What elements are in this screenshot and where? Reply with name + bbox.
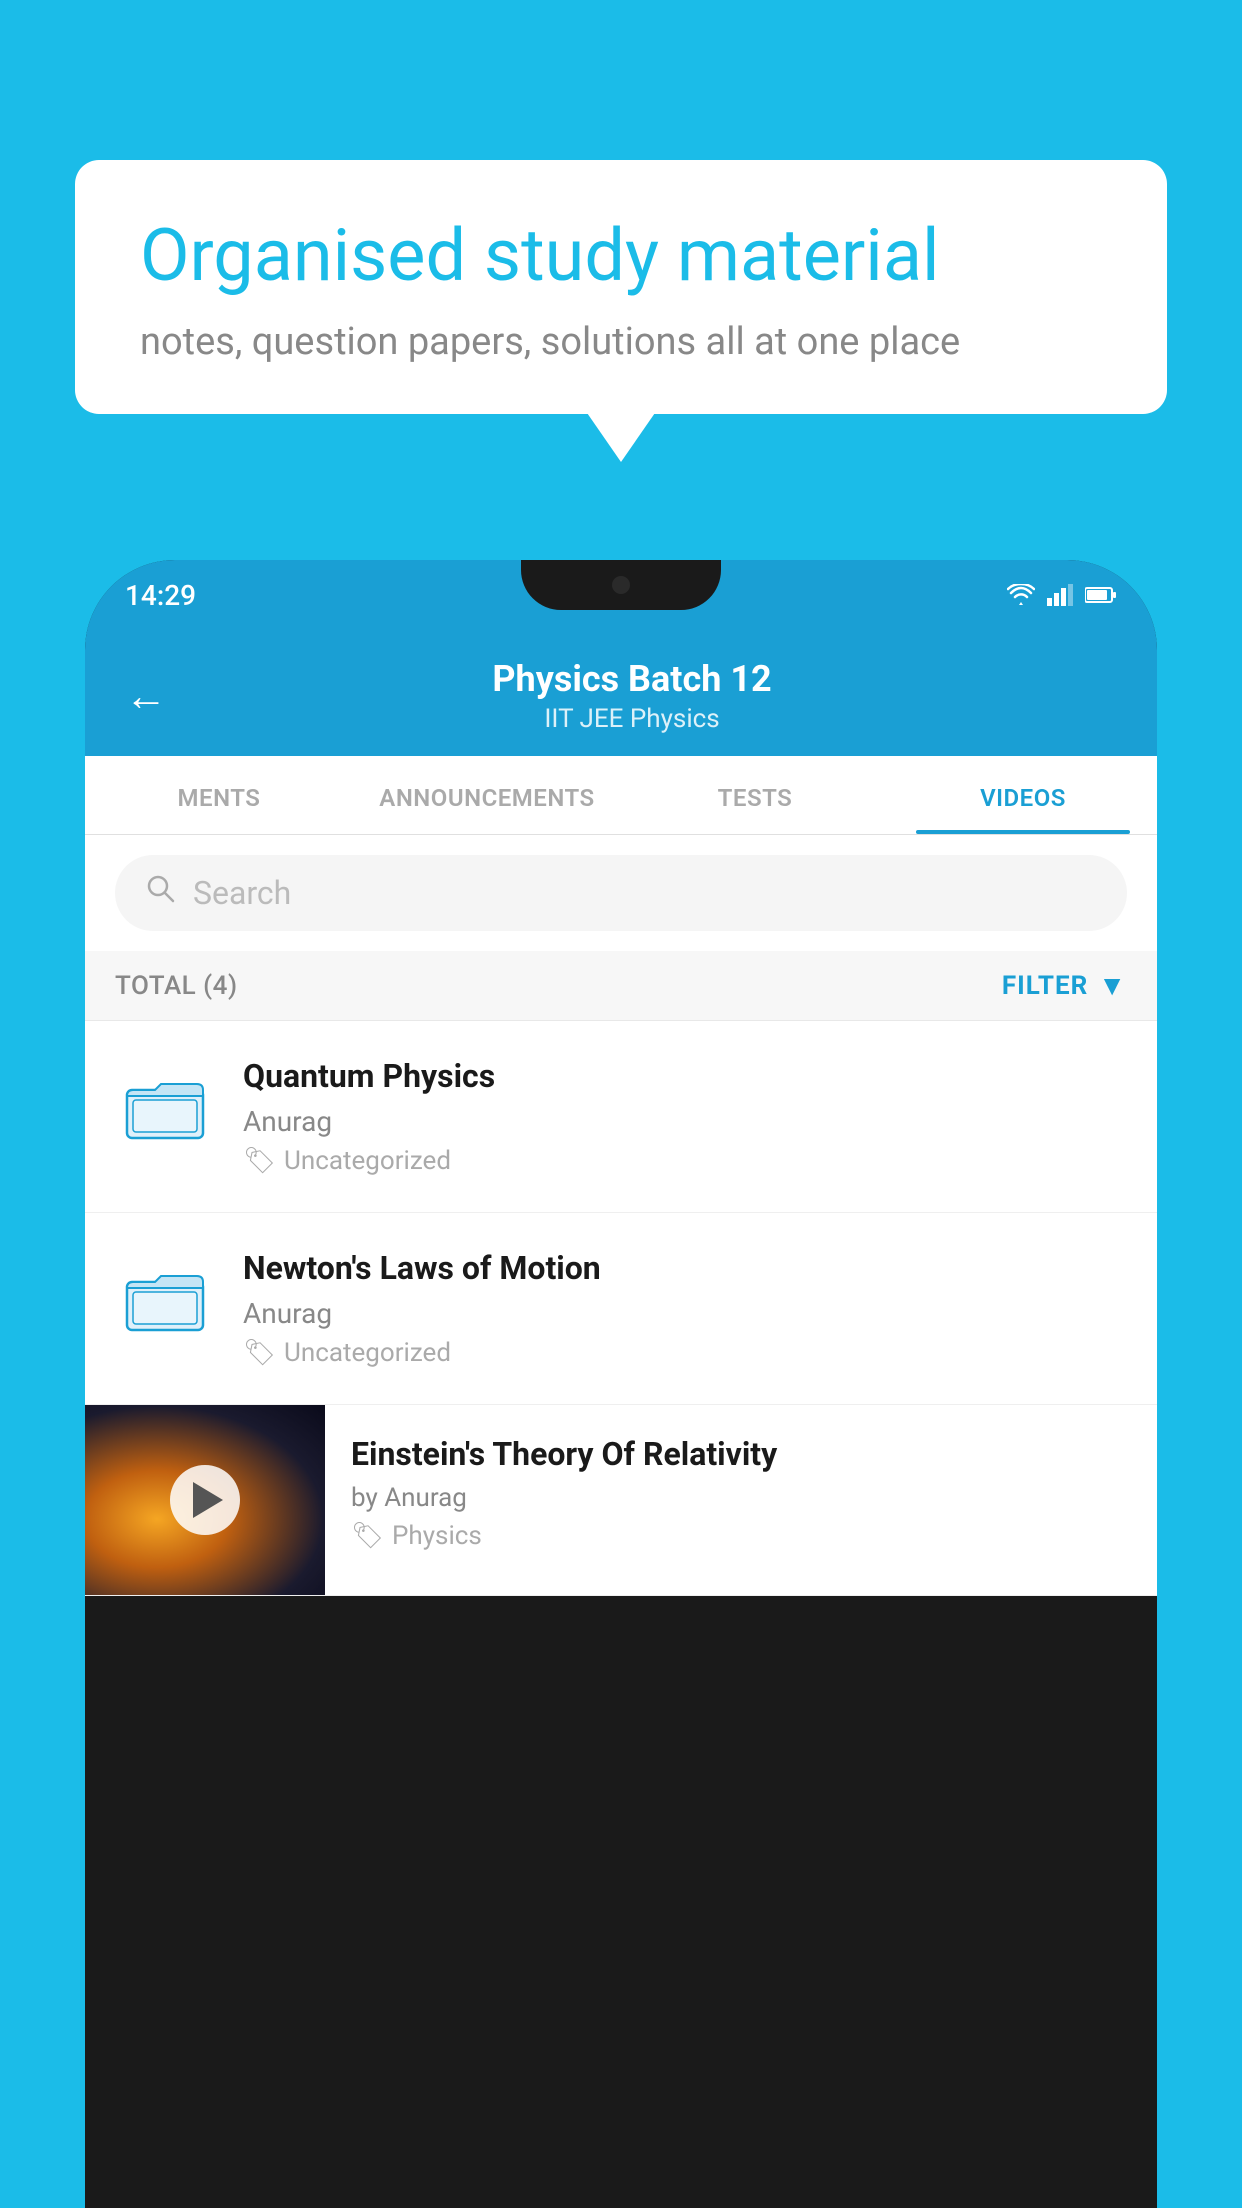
speech-bubble: Organised study material notes, question… xyxy=(75,160,1167,414)
search-bar-wrap: Search xyxy=(85,835,1157,951)
back-button[interactable]: ← xyxy=(125,672,167,721)
tab-bar: MENTS ANNOUNCEMENTS TESTS VIDEOS xyxy=(85,756,1157,835)
bubble-title: Organised study material xyxy=(140,215,1102,298)
list-item[interactable]: Einstein's Theory Of Relativity by Anura… xyxy=(85,1405,1157,1596)
status-bar: 14:29 xyxy=(85,560,1157,630)
filter-button[interactable]: FILTER ▼ xyxy=(1002,969,1127,1002)
tag-label: Uncategorized xyxy=(284,1146,451,1176)
video-title: Quantum Physics xyxy=(243,1057,1127,1095)
video-tag: 🏷 Physics xyxy=(351,1521,1131,1551)
list-item[interactable]: Newton's Laws of Motion Anurag 🏷 Uncateg… xyxy=(85,1213,1157,1405)
video-title: Einstein's Theory Of Relativity xyxy=(351,1435,1131,1473)
folder-icon xyxy=(125,1072,205,1142)
folder-icon-wrap xyxy=(115,1254,215,1344)
video-list: Quantum Physics Anurag 🏷 Uncategorized xyxy=(85,1021,1157,1596)
total-count: TOTAL (4) xyxy=(115,971,238,1001)
tab-tests[interactable]: TESTS xyxy=(621,756,889,834)
wifi-icon xyxy=(1007,584,1035,606)
video-info: Newton's Laws of Motion Anurag 🏷 Uncateg… xyxy=(243,1249,1127,1368)
video-tag: 🏷 Uncategorized xyxy=(243,1146,1127,1176)
phone-frame: 14:29 xyxy=(85,560,1157,2208)
tag-icon: 🏷 xyxy=(243,1338,276,1368)
tag-label: Uncategorized xyxy=(284,1338,451,1368)
list-item[interactable]: Quantum Physics Anurag 🏷 Uncategorized xyxy=(85,1021,1157,1213)
filter-bar: TOTAL (4) FILTER ▼ xyxy=(85,951,1157,1021)
search-bar[interactable]: Search xyxy=(115,855,1127,931)
tab-announcements[interactable]: ANNOUNCEMENTS xyxy=(353,756,621,834)
folder-icon-wrap xyxy=(115,1062,215,1152)
video-author: Anurag xyxy=(243,1105,1127,1138)
header-title-area: Physics Batch 12 IIT JEE Physics xyxy=(197,658,1067,734)
battery-icon xyxy=(1085,586,1117,604)
tag-icon: 🏷 xyxy=(351,1521,384,1551)
status-icons xyxy=(1007,584,1117,606)
play-triangle-icon xyxy=(193,1482,223,1518)
tab-ments[interactable]: MENTS xyxy=(85,756,353,834)
video-info: Quantum Physics Anurag 🏷 Uncategorized xyxy=(243,1057,1127,1176)
header-title: Physics Batch 12 xyxy=(197,658,1067,700)
video-author: Anurag xyxy=(243,1297,1127,1330)
header-subtitle: IIT JEE Physics xyxy=(197,704,1067,734)
video-thumbnail xyxy=(85,1405,325,1595)
app-header: ← Physics Batch 12 IIT JEE Physics xyxy=(85,630,1157,756)
tab-videos[interactable]: VIDEOS xyxy=(889,756,1157,834)
play-button[interactable] xyxy=(170,1465,240,1535)
filter-funnel-icon: ▼ xyxy=(1098,969,1127,1002)
video-tag: 🏷 Uncategorized xyxy=(243,1338,1127,1368)
video-title: Newton's Laws of Motion xyxy=(243,1249,1127,1287)
tag-icon: 🏷 xyxy=(243,1146,276,1176)
notch xyxy=(521,560,721,610)
search-placeholder: Search xyxy=(193,874,291,912)
video-author: by Anurag xyxy=(351,1483,1131,1513)
tag-label: Physics xyxy=(392,1521,482,1551)
phone-screen: Search TOTAL (4) FILTER ▼ xyxy=(85,835,1157,1596)
filter-label: FILTER xyxy=(1002,971,1088,1001)
search-icon xyxy=(145,873,177,913)
bubble-subtitle: notes, question papers, solutions all at… xyxy=(140,320,1102,364)
video-info: Einstein's Theory Of Relativity by Anura… xyxy=(325,1405,1157,1581)
camera-dot xyxy=(612,576,630,594)
folder-icon xyxy=(125,1264,205,1334)
signal-icon xyxy=(1047,584,1073,606)
status-time: 14:29 xyxy=(125,579,196,612)
